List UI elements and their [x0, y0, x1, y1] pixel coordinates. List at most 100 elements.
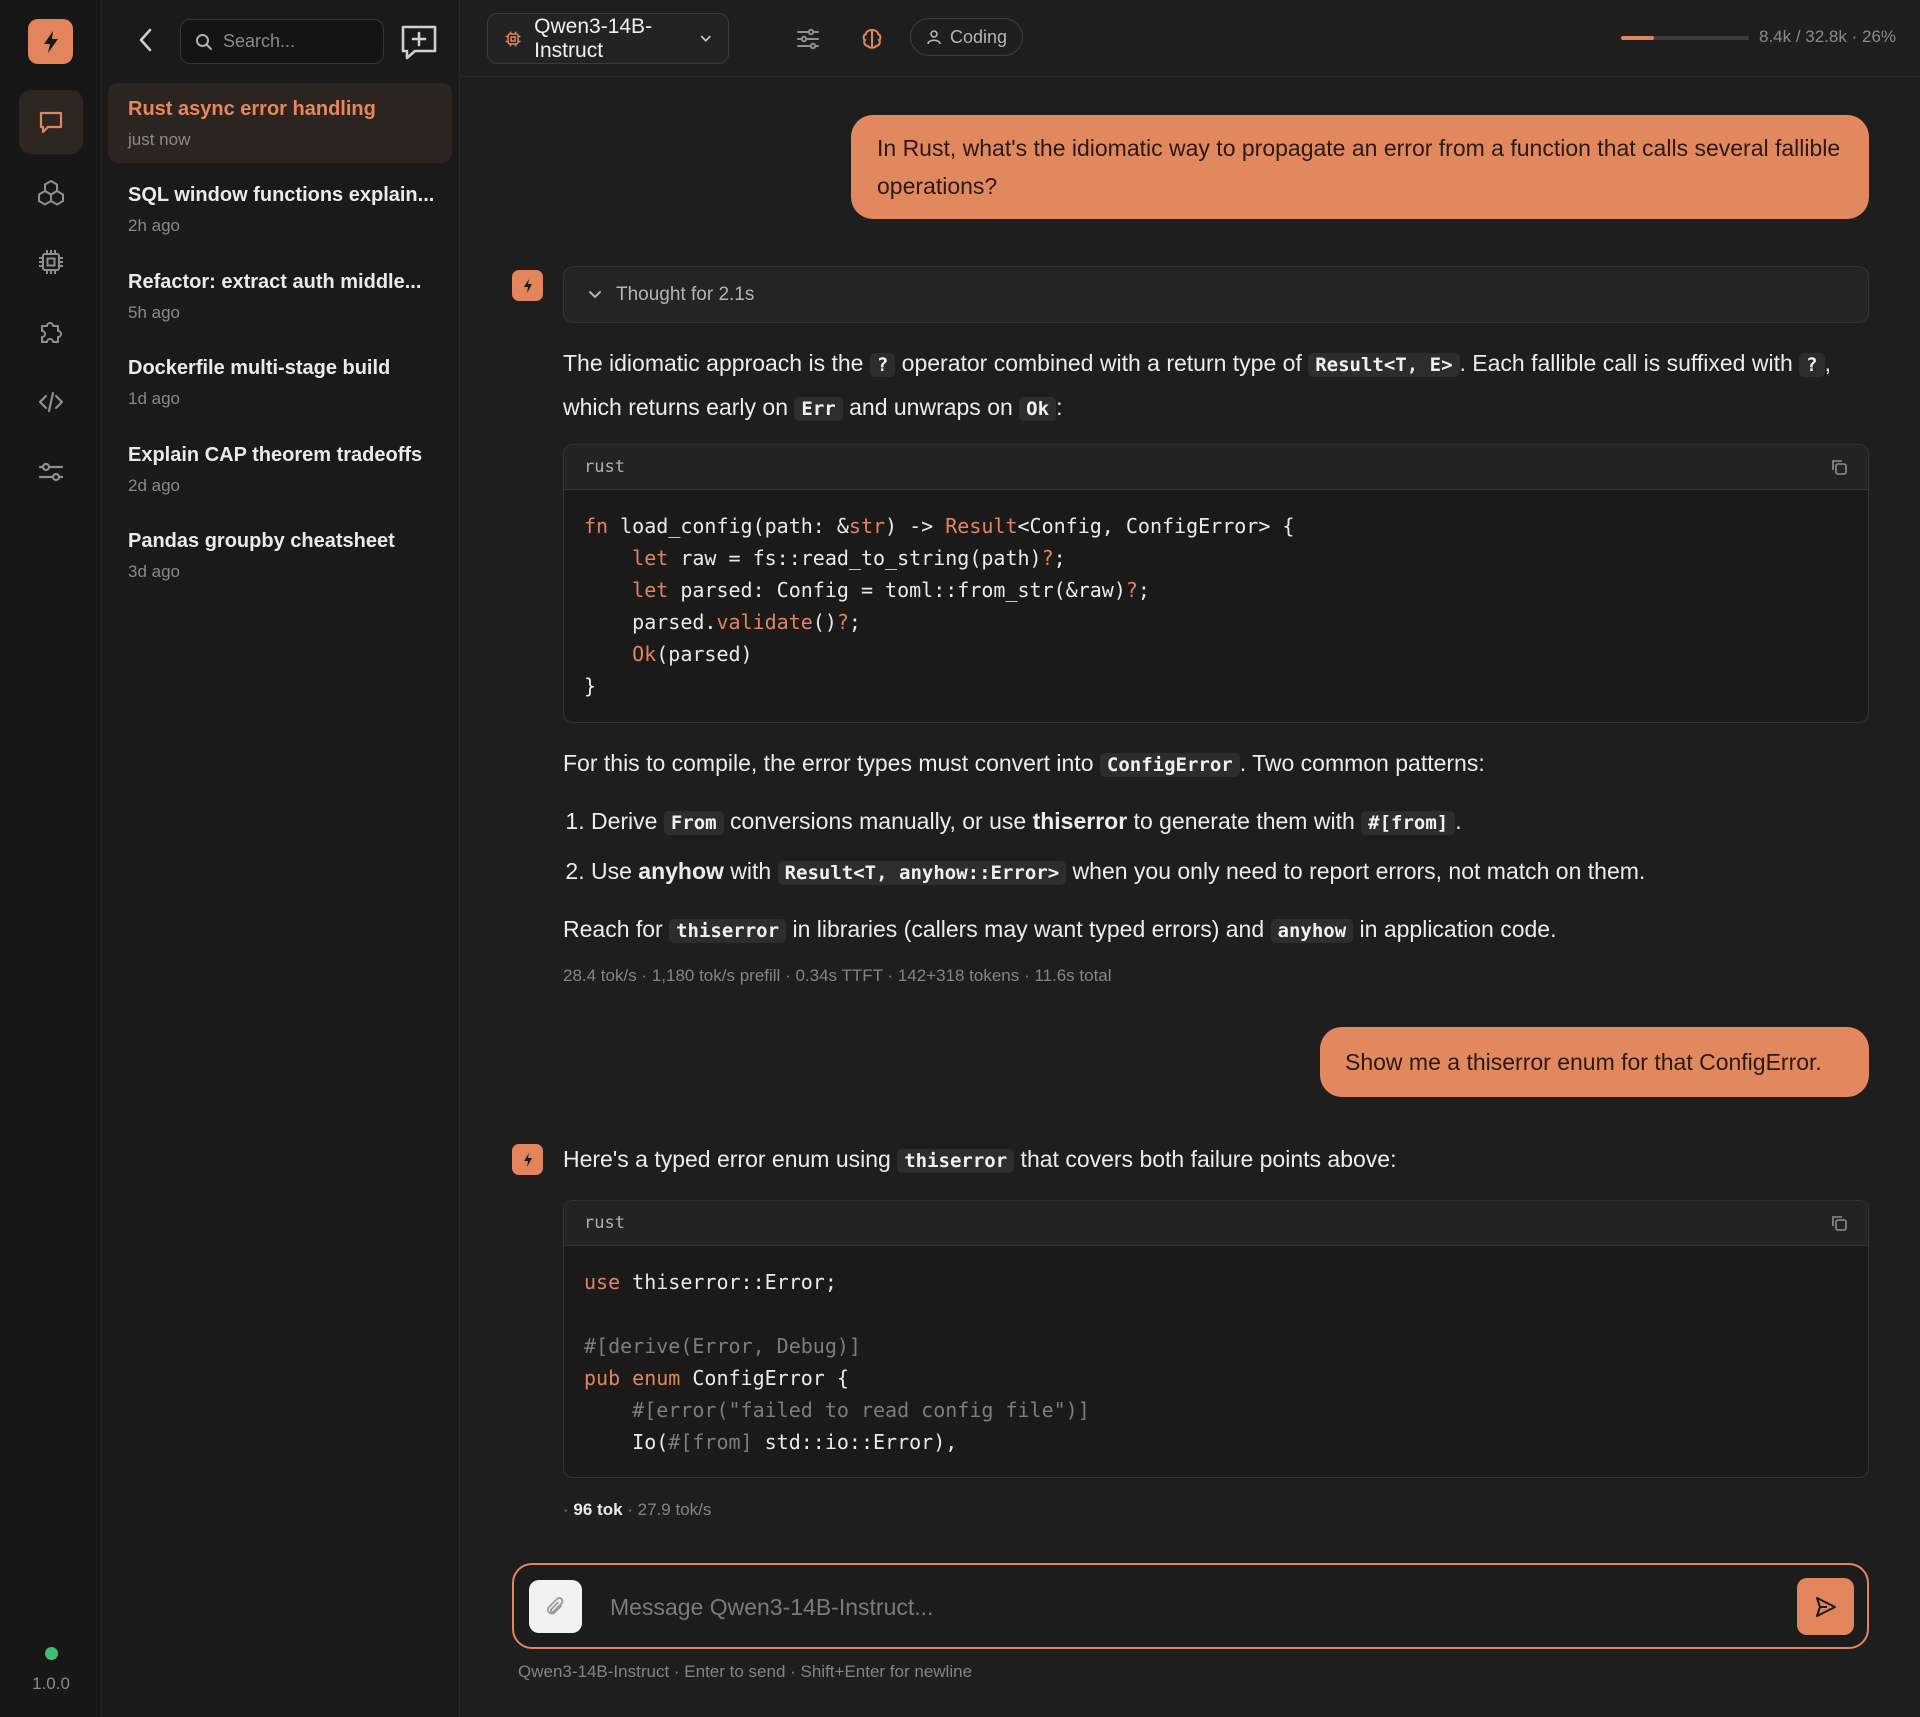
- text: when you only need to report errors, not…: [1066, 858, 1646, 884]
- code-token: Io(: [584, 1430, 669, 1454]
- thought-label: Thought for 2.1s: [616, 283, 755, 305]
- conversation-title: Rust async error handling: [128, 98, 376, 120]
- code-block: rust use thiserror::Error; #[derive(Erro…: [563, 1200, 1869, 1478]
- code-token: ?: [836, 610, 849, 634]
- search-box[interactable]: [180, 19, 384, 64]
- text: . Each fallible call is suffixed with: [1459, 350, 1800, 376]
- send-icon: [1815, 1596, 1836, 1617]
- thought-toggle[interactable]: Thought for 2.1s: [563, 266, 1869, 323]
- inline-code: #[from]: [1361, 811, 1456, 835]
- code-token: ) ->: [885, 514, 946, 538]
- context-usage-bar: [1621, 36, 1749, 40]
- rail-developer-button[interactable]: [19, 370, 83, 434]
- inline-code: thiserror: [669, 919, 787, 943]
- code-icon: [38, 391, 64, 413]
- message-composer: [512, 1563, 1869, 1649]
- code-token: ?: [1041, 546, 1054, 570]
- conversation-time: 2d ago: [128, 476, 180, 495]
- rail-settings-button[interactable]: [19, 440, 83, 504]
- attach-button[interactable]: [529, 1580, 582, 1633]
- copy-icon[interactable]: [1830, 1214, 1848, 1232]
- conversation-item[interactable]: Refactor: extract auth middle... 5h ago: [108, 256, 452, 336]
- conversation-time: 3d ago: [128, 562, 180, 581]
- sliders-icon: [38, 462, 64, 482]
- code-token: Result: [945, 514, 1018, 538]
- code-token: ;: [1137, 578, 1150, 602]
- conversation-title: Dockerfile multi-stage build: [128, 357, 391, 379]
- message-input[interactable]: [610, 1585, 1760, 1629]
- code-token: parsed.: [584, 610, 717, 634]
- cubes-icon: [38, 179, 64, 206]
- inline-code: ?: [1799, 353, 1825, 377]
- code-line: Ok(parsed): [584, 638, 1848, 670]
- code-token: parsed: Config = toml::from_str(&raw): [668, 578, 1126, 602]
- conversation-item[interactable]: Rust async error handling just now: [108, 83, 452, 163]
- search-input[interactable]: [223, 31, 363, 52]
- code-token: std::io::Error),: [752, 1430, 958, 1454]
- code-token: raw = fs::read_to_string(path): [668, 546, 1042, 570]
- text: conversions manually, or use: [723, 808, 1033, 834]
- text: . Two common patterns:: [1239, 750, 1485, 776]
- code-token: load_config(path: &: [608, 514, 849, 538]
- model-selector[interactable]: Qwen3-14B-Instruct: [487, 13, 729, 64]
- code-line: fn load_config(path: &str) -> Result<Con…: [584, 510, 1848, 542]
- text: Derive: [591, 808, 664, 834]
- inline-code: thiserror: [897, 1149, 1015, 1173]
- inline-code: Result<T, anyhow::Error>: [777, 861, 1067, 885]
- conversation-item[interactable]: Explain CAP theorem tradeoffs 2d ago: [108, 429, 452, 509]
- copy-icon[interactable]: [1830, 458, 1848, 476]
- rail-models-button[interactable]: [19, 160, 83, 224]
- code-token: str: [848, 514, 886, 538]
- rail-plugins-button[interactable]: [19, 300, 83, 364]
- assistant-paragraph: The idiomatic approach is the ? operator…: [563, 342, 1878, 430]
- puzzle-icon: [41, 322, 62, 343]
- bolt-icon: [523, 1152, 532, 1167]
- code-token: ;: [848, 610, 861, 634]
- text: that covers both failure points above:: [1014, 1146, 1397, 1172]
- inline-code: Ok: [1019, 397, 1057, 421]
- app-logo[interactable]: [28, 19, 73, 64]
- list-item: Derive From conversions manually, or use…: [591, 800, 1878, 844]
- user-message: Show me a thiserror enum for that Config…: [1320, 1027, 1869, 1097]
- conversation-item[interactable]: Dockerfile multi-stage build 1d ago: [108, 342, 452, 422]
- inline-code: Result<T, E>: [1308, 353, 1460, 377]
- text: and unwraps on: [842, 394, 1020, 420]
- rail-chat-button[interactable]: [19, 90, 83, 154]
- code-token: (): [812, 610, 837, 634]
- conversation-title: SQL window functions explain...: [128, 184, 435, 206]
- conversation-item[interactable]: SQL window functions explain... 2h ago: [108, 169, 452, 249]
- chevron-down-icon: [589, 290, 601, 298]
- list-item: Use anyhow with Result<T, anyhow::Error>…: [591, 850, 1878, 894]
- token-count: 96 tok: [573, 1500, 623, 1519]
- text: in application code.: [1353, 916, 1557, 942]
- collapse-sidebar-button[interactable]: [126, 20, 166, 60]
- chip-icon: [505, 31, 521, 46]
- mode-pill[interactable]: Coding: [910, 18, 1024, 56]
- reasoning-toggle-button[interactable]: [853, 20, 891, 58]
- model-settings-button[interactable]: [789, 20, 827, 58]
- assistant-paragraph: Reach for thiserror in libraries (caller…: [563, 908, 1878, 952]
- code-block: rust fn load_config(path: &str) -> Resul…: [563, 444, 1869, 723]
- text: Use: [591, 858, 639, 884]
- context-usage-fill: [1621, 36, 1655, 40]
- text: The idiomatic approach is the: [563, 350, 870, 376]
- new-chat-button[interactable]: [396, 19, 442, 65]
- inline-code: From: [663, 811, 724, 835]
- conversation-time: 5h ago: [128, 303, 180, 322]
- code-content: use thiserror::Error; #[derive(Error, De…: [564, 1246, 1868, 1477]
- conversation-time: 2h ago: [128, 216, 180, 235]
- text: anyhow: [638, 858, 724, 884]
- code-line: let raw = fs::read_to_string(path)?;: [584, 542, 1848, 574]
- text: with: [723, 858, 778, 884]
- assistant-avatar: [512, 1144, 543, 1175]
- inline-code: Err: [794, 397, 843, 421]
- rail-hardware-button[interactable]: [19, 230, 83, 294]
- conversation-item[interactable]: Pandas groupby cheatsheet 3d ago: [108, 515, 452, 595]
- model-name: Qwen3-14B-Instruct: [534, 14, 653, 62]
- code-token: #[error("failed to read config file")]: [632, 1398, 1090, 1422]
- send-button[interactable]: [1797, 1578, 1854, 1635]
- inline-code: anyhow: [1270, 919, 1354, 943]
